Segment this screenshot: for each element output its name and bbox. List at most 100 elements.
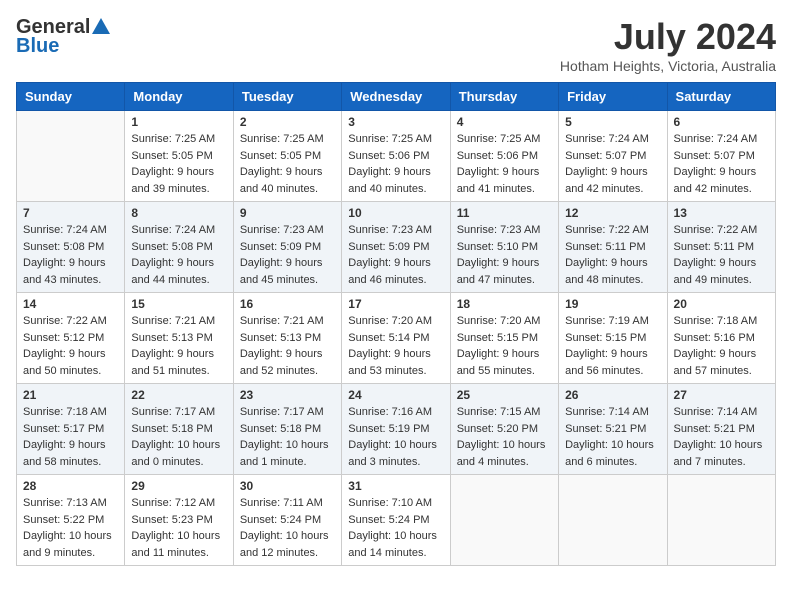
day-header-wednesday: Wednesday [342,83,450,111]
day-number: 10 [348,206,443,220]
calendar-cell [559,475,667,566]
day-sun-info: Sunrise: 7:22 AM Sunset: 5:12 PM Dayligh… [23,313,118,379]
day-sun-info: Sunrise: 7:24 AM Sunset: 5:07 PM Dayligh… [565,131,660,197]
calendar-cell: 5 Sunrise: 7:24 AM Sunset: 5:07 PM Daylig… [559,111,667,202]
logo: General Blue [16,16,112,58]
day-number: 26 [565,388,660,402]
calendar-cell: 6Sunrise: 7:24 AM Sunset: 5:07 PM Daylig… [667,111,775,202]
calendar-cell: 20 Sunrise: 7:18 AM Sunset: 5:16 PM Dayli… [667,293,775,384]
day-header-saturday: Saturday [667,83,775,111]
calendar-week-row: 1 Sunrise: 7:25 AM Sunset: 5:05 PM Daylig… [17,111,776,202]
calendar-cell: 27Sunrise: 7:14 AM Sunset: 5:21 PM Dayli… [667,384,775,475]
day-sun-info: Sunrise: 7:23 AM Sunset: 5:09 PM Dayligh… [348,222,443,288]
logo-blue: Blue [16,35,59,58]
calendar-cell: 23 Sunrise: 7:17 AM Sunset: 5:18 PM Dayli… [233,384,341,475]
calendar-cell: 25Sunrise: 7:15 AM Sunset: 5:20 PM Dayli… [450,384,558,475]
day-sun-info: Sunrise: 7:23 AM Sunset: 5:10 PM Dayligh… [457,222,552,288]
day-sun-info: Sunrise: 7:12 AM Sunset: 5:23 PM Dayligh… [131,495,226,561]
day-sun-info: Sunrise: 7:14 AM Sunset: 5:21 PM Dayligh… [674,404,769,470]
calendar-cell [667,475,775,566]
calendar-cell: 24 Sunrise: 7:16 AM Sunset: 5:19 PM Dayli… [342,384,450,475]
day-sun-info: Sunrise: 7:20 AM Sunset: 5:15 PM Dayligh… [457,313,552,379]
day-number: 8 [131,206,226,220]
day-sun-info: Sunrise: 7:16 AM Sunset: 5:19 PM Dayligh… [348,404,443,470]
day-number: 3 [348,115,443,129]
calendar-cell: 8 Sunrise: 7:24 AM Sunset: 5:08 PM Daylig… [125,202,233,293]
day-sun-info: Sunrise: 7:11 AM Sunset: 5:24 PM Dayligh… [240,495,335,561]
calendar-cell: 28 Sunrise: 7:13 AM Sunset: 5:22 PM Dayli… [17,475,125,566]
calendar-cell: 13 Sunrise: 7:22 AM Sunset: 5:11 PM Dayli… [667,202,775,293]
calendar-cell: 22Sunrise: 7:17 AM Sunset: 5:18 PM Dayli… [125,384,233,475]
logo-triangle-icon [92,18,110,34]
day-number: 11 [457,206,552,220]
day-sun-info: Sunrise: 7:18 AM Sunset: 5:16 PM Dayligh… [674,313,769,379]
day-number: 18 [457,297,552,311]
calendar-cell [17,111,125,202]
calendar-cell: 16 Sunrise: 7:21 AM Sunset: 5:13 PM Dayli… [233,293,341,384]
day-number: 13 [674,206,769,220]
calendar-cell: 2Sunrise: 7:25 AM Sunset: 5:05 PM Daylig… [233,111,341,202]
day-number: 9 [240,206,335,220]
calendar-week-row: 14Sunrise: 7:22 AM Sunset: 5:12 PM Dayli… [17,293,776,384]
calendar-cell: 31 Sunrise: 7:10 AM Sunset: 5:24 PM Dayli… [342,475,450,566]
day-number: 5 [565,115,660,129]
calendar-cell: 29 Sunrise: 7:12 AM Sunset: 5:23 PM Dayli… [125,475,233,566]
location-subtitle: Hotham Heights, Victoria, Australia [560,58,776,74]
day-number: 16 [240,297,335,311]
calendar-week-row: 7 Sunrise: 7:24 AM Sunset: 5:08 PM Daylig… [17,202,776,293]
calendar-cell: 19Sunrise: 7:19 AM Sunset: 5:15 PM Dayli… [559,293,667,384]
day-sun-info: Sunrise: 7:24 AM Sunset: 5:08 PM Dayligh… [131,222,226,288]
day-number: 6 [674,115,769,129]
calendar-week-row: 28 Sunrise: 7:13 AM Sunset: 5:22 PM Dayli… [17,475,776,566]
day-header-monday: Monday [125,83,233,111]
month-year-title: July 2024 [560,16,776,58]
calendar-cell: 10 Sunrise: 7:23 AM Sunset: 5:09 PM Dayli… [342,202,450,293]
day-sun-info: Sunrise: 7:18 AM Sunset: 5:17 PM Dayligh… [23,404,118,470]
day-number: 23 [240,388,335,402]
calendar-week-row: 21 Sunrise: 7:18 AM Sunset: 5:17 PM Dayli… [17,384,776,475]
day-sun-info: Sunrise: 7:20 AM Sunset: 5:14 PM Dayligh… [348,313,443,379]
day-header-sunday: Sunday [17,83,125,111]
day-sun-info: Sunrise: 7:22 AM Sunset: 5:11 PM Dayligh… [674,222,769,288]
calendar-cell: 1 Sunrise: 7:25 AM Sunset: 5:05 PM Daylig… [125,111,233,202]
day-header-tuesday: Tuesday [233,83,341,111]
day-number: 7 [23,206,118,220]
day-sun-info: Sunrise: 7:21 AM Sunset: 5:13 PM Dayligh… [131,313,226,379]
day-sun-info: Sunrise: 7:25 AM Sunset: 5:05 PM Dayligh… [240,131,335,197]
day-sun-info: Sunrise: 7:25 AM Sunset: 5:05 PM Dayligh… [131,131,226,197]
day-number: 17 [348,297,443,311]
day-number: 29 [131,479,226,493]
day-sun-info: Sunrise: 7:19 AM Sunset: 5:15 PM Dayligh… [565,313,660,379]
day-sun-info: Sunrise: 7:25 AM Sunset: 5:06 PM Dayligh… [348,131,443,197]
day-sun-info: Sunrise: 7:25 AM Sunset: 5:06 PM Dayligh… [457,131,552,197]
day-sun-info: Sunrise: 7:10 AM Sunset: 5:24 PM Dayligh… [348,495,443,561]
calendar-cell: 15Sunrise: 7:21 AM Sunset: 5:13 PM Dayli… [125,293,233,384]
calendar-cell: 12Sunrise: 7:22 AM Sunset: 5:11 PM Dayli… [559,202,667,293]
calendar-cell: 14Sunrise: 7:22 AM Sunset: 5:12 PM Dayli… [17,293,125,384]
calendar-cell: 21 Sunrise: 7:18 AM Sunset: 5:17 PM Dayli… [17,384,125,475]
day-header-thursday: Thursday [450,83,558,111]
day-number: 31 [348,479,443,493]
calendar-cell: 9 Sunrise: 7:23 AM Sunset: 5:09 PM Daylig… [233,202,341,293]
day-sun-info: Sunrise: 7:17 AM Sunset: 5:18 PM Dayligh… [240,404,335,470]
day-number: 25 [457,388,552,402]
calendar-table: SundayMondayTuesdayWednesdayThursdayFrid… [16,82,776,566]
calendar-cell: 7Sunrise: 7:24 AM Sunset: 5:08 PM Daylig… [17,202,125,293]
calendar-cell: 26 Sunrise: 7:14 AM Sunset: 5:21 PM Dayli… [559,384,667,475]
calendar-cell [450,475,558,566]
day-number: 28 [23,479,118,493]
day-number: 1 [131,115,226,129]
day-number: 12 [565,206,660,220]
calendar-cell: 4 Sunrise: 7:25 AM Sunset: 5:06 PM Daylig… [450,111,558,202]
day-sun-info: Sunrise: 7:23 AM Sunset: 5:09 PM Dayligh… [240,222,335,288]
day-sun-info: Sunrise: 7:21 AM Sunset: 5:13 PM Dayligh… [240,313,335,379]
day-number: 4 [457,115,552,129]
page-header: General Blue July 2024 Hotham Heights, V… [16,16,776,74]
day-number: 24 [348,388,443,402]
day-number: 30 [240,479,335,493]
day-number: 20 [674,297,769,311]
day-sun-info: Sunrise: 7:13 AM Sunset: 5:22 PM Dayligh… [23,495,118,561]
title-section: July 2024 Hotham Heights, Victoria, Aust… [560,16,776,74]
day-sun-info: Sunrise: 7:14 AM Sunset: 5:21 PM Dayligh… [565,404,660,470]
day-number: 21 [23,388,118,402]
